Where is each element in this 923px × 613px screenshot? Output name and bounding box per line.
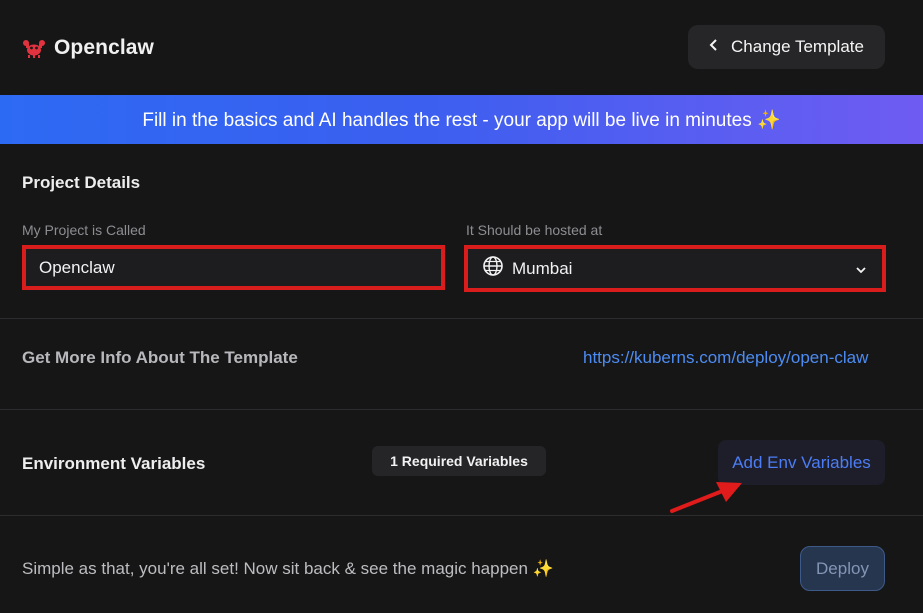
red-arrow-annotation bbox=[666, 478, 746, 523]
divider bbox=[0, 515, 923, 516]
project-details-title: Project Details bbox=[22, 173, 141, 192]
deploy-button[interactable]: Deploy bbox=[800, 546, 885, 591]
crab-icon bbox=[22, 36, 46, 60]
banner-text: Fill in the basics and AI handles the re… bbox=[142, 109, 781, 131]
info-banner: Fill in the basics and AI handles the re… bbox=[0, 95, 923, 144]
change-template-button[interactable]: Change Template bbox=[688, 25, 885, 69]
host-region-select[interactable]: Mumbai bbox=[464, 245, 886, 292]
required-variables-text: 1 Required Variables bbox=[390, 453, 528, 469]
project-name-input[interactable]: Openclaw bbox=[22, 245, 445, 290]
host-region-selected: Mumbai bbox=[482, 255, 572, 282]
app-header: Openclaw Change Template bbox=[0, 0, 923, 95]
env-variables-title: Environment Variables bbox=[22, 454, 206, 473]
add-env-variables-label: Add Env Variables bbox=[732, 452, 871, 472]
globe-icon bbox=[482, 255, 504, 282]
chevron-down-icon bbox=[856, 259, 866, 279]
template-info-link[interactable]: https://kuberns.com/deploy/open-claw bbox=[583, 348, 868, 368]
host-region-label: It Should be hosted at bbox=[466, 222, 603, 238]
project-name-value: Openclaw bbox=[39, 257, 115, 277]
brand: Openclaw bbox=[22, 34, 154, 62]
template-info-label: Get More Info About The Template bbox=[22, 348, 298, 367]
chevron-left-icon bbox=[709, 37, 719, 55]
required-variables-badge: 1 Required Variables bbox=[372, 446, 546, 476]
divider bbox=[0, 318, 923, 319]
project-name-label: My Project is Called bbox=[22, 222, 146, 238]
app-name: Openclaw bbox=[54, 36, 154, 59]
host-region-value: Mumbai bbox=[512, 258, 573, 278]
footer-message: Simple as that, you're all set! Now sit … bbox=[22, 559, 554, 578]
deploy-label: Deploy bbox=[816, 558, 869, 578]
divider bbox=[0, 409, 923, 410]
change-template-label: Change Template bbox=[731, 37, 864, 56]
